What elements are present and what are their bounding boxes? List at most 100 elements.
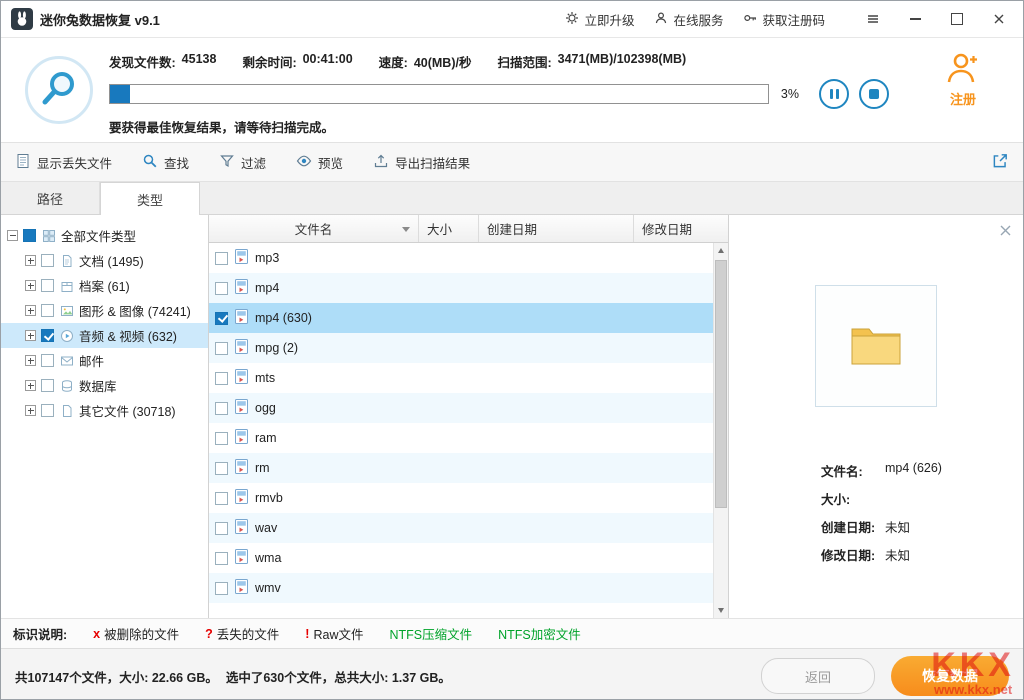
lost-mark: ? [205, 627, 213, 641]
tree-root-all-types[interactable]: 全部文件类型 [1, 223, 208, 248]
toolbar-share[interactable] [991, 152, 1009, 173]
pause-button[interactable] [819, 79, 849, 109]
app-window: 迷你兔数据恢复 v9.1 立即升级 在线服务 获取注册码 [0, 0, 1024, 700]
register-person-icon [945, 52, 981, 87]
row-checkbox[interactable] [215, 432, 228, 445]
toolbar-export-results[interactable]: 导出扫描结果 [373, 153, 470, 172]
checkbox[interactable] [41, 354, 54, 367]
column-filename[interactable]: 文件名 [209, 215, 419, 242]
expand-icon[interactable] [25, 305, 36, 316]
expand-icon[interactable] [25, 355, 36, 366]
toolbar-show-lost-files[interactable]: 显示丢失文件 [15, 153, 112, 172]
checkbox[interactable] [41, 279, 54, 292]
expand-icon[interactable] [25, 255, 36, 266]
checkbox[interactable] [41, 329, 54, 342]
file-row[interactable]: wmv [209, 573, 713, 603]
media-file-icon [235, 549, 248, 567]
row-checkbox[interactable] [215, 342, 228, 355]
file-row[interactable]: wav [209, 513, 713, 543]
checkbox[interactable] [41, 379, 54, 392]
file-name: mts [255, 371, 275, 385]
scan-status-panel: 发现文件数:45138 剩余时间:00:41:00 速度:40(MB)/秒 扫描… [1, 38, 1023, 142]
column-size[interactable]: 大小 [419, 215, 479, 242]
tree-item-other-files[interactable]: 其它文件 (30718) [1, 398, 208, 423]
row-checkbox[interactable] [215, 522, 228, 535]
media-file-icon [235, 309, 248, 327]
collapse-icon[interactable] [7, 230, 18, 241]
back-button[interactable]: 返回 [761, 658, 875, 694]
row-checkbox[interactable] [215, 582, 228, 595]
sort-arrow-icon[interactable] [402, 227, 410, 232]
row-checkbox[interactable] [215, 372, 228, 385]
tree-item-documents[interactable]: 文档 (1495) [1, 248, 208, 273]
upgrade-link[interactable]: 立即升级 [565, 10, 634, 29]
summary-text: 共107147个文件，大小: 22.66 GB。 选中了630个文件，总共大小:… [15, 667, 451, 686]
row-checkbox[interactable] [215, 492, 228, 505]
lost-files-icon [15, 153, 31, 172]
file-row[interactable]: mp3 [209, 243, 713, 273]
tree-item-label: 数据库 [79, 376, 117, 395]
summary-total: 共107147个文件，大小: 22.66 GB。 [15, 667, 218, 686]
toolbar-preview[interactable]: 预览 [296, 153, 343, 172]
preview-close-icon[interactable] [1000, 225, 1011, 236]
row-checkbox[interactable] [215, 462, 228, 475]
stop-button[interactable] [859, 79, 889, 109]
file-row[interactable]: rmvb [209, 483, 713, 513]
checkbox[interactable] [41, 304, 54, 317]
app-logo-icon [11, 8, 33, 30]
legend-ntfs-encrypted: NTFS加密文件 [498, 624, 581, 643]
close-button[interactable] [985, 5, 1013, 33]
file-row[interactable]: ram [209, 423, 713, 453]
tab-type[interactable]: 类型 [100, 182, 200, 215]
online-service-link[interactable]: 在线服务 [654, 10, 723, 29]
expand-icon[interactable] [25, 280, 36, 291]
root-checkbox[interactable] [23, 229, 36, 242]
scan-range-value: 3471(MB)/102398(MB) [558, 52, 687, 71]
file-row[interactable]: mpg (2) [209, 333, 713, 363]
expand-icon[interactable] [25, 380, 36, 391]
tree-item-mail[interactable]: 邮件 [1, 348, 208, 373]
minimize-button[interactable] [901, 5, 929, 33]
scroll-track[interactable] [714, 258, 728, 603]
checkbox[interactable] [41, 254, 54, 267]
row-checkbox[interactable] [215, 552, 228, 565]
column-created-date[interactable]: 创建日期 [479, 215, 634, 242]
scroll-up-icon[interactable] [714, 243, 728, 258]
row-checkbox[interactable] [215, 312, 228, 325]
get-regcode-link[interactable]: 获取注册码 [743, 10, 825, 29]
register-button[interactable]: 注册 [915, 52, 1011, 108]
checkbox[interactable] [41, 404, 54, 417]
toolbar: 显示丢失文件 查找 过滤 预览 导出扫描结果 [1, 142, 1023, 182]
filelist-scrollbar[interactable] [713, 243, 728, 618]
toolbar-filter[interactable]: 过滤 [219, 153, 266, 172]
tree-item-database[interactable]: 数据库 [1, 373, 208, 398]
expand-icon[interactable] [25, 330, 36, 341]
row-checkbox[interactable] [215, 282, 228, 295]
column-modified-date[interactable]: 修改日期 [634, 215, 713, 242]
file-row[interactable]: rm [209, 453, 713, 483]
menu-icon[interactable] [859, 5, 887, 33]
row-checkbox[interactable] [215, 402, 228, 415]
maximize-button[interactable] [943, 5, 971, 33]
row-checkbox[interactable] [215, 252, 228, 265]
file-row-selected[interactable]: mp4 (630) [209, 303, 713, 333]
file-row[interactable]: wma [209, 543, 713, 573]
toolbar-find[interactable]: 查找 [142, 153, 189, 172]
file-row[interactable]: mts [209, 363, 713, 393]
main-area: 全部文件类型 文档 (1495) 档案 (61) 图形 & 图像 (74241) [1, 215, 1023, 618]
file-row[interactable]: ogg [209, 393, 713, 423]
file-row[interactable]: mp4 [209, 273, 713, 303]
toolbar-label: 查找 [164, 153, 189, 172]
scroll-down-icon[interactable] [714, 603, 728, 618]
tree-item-audio-video[interactable]: 音频 & 视频 (632) [1, 323, 208, 348]
tab-path[interactable]: 路径 [1, 182, 100, 214]
media-file-icon [235, 429, 248, 447]
file-name: ram [255, 431, 277, 445]
tree-item-images[interactable]: 图形 & 图像 (74241) [1, 298, 208, 323]
scroll-thumb[interactable] [715, 260, 727, 508]
expand-icon[interactable] [25, 405, 36, 416]
recover-data-button[interactable]: 恢复数据 [891, 656, 1009, 696]
archive-icon [59, 278, 74, 293]
tree-item-archives[interactable]: 档案 (61) [1, 273, 208, 298]
image-icon [59, 303, 74, 318]
